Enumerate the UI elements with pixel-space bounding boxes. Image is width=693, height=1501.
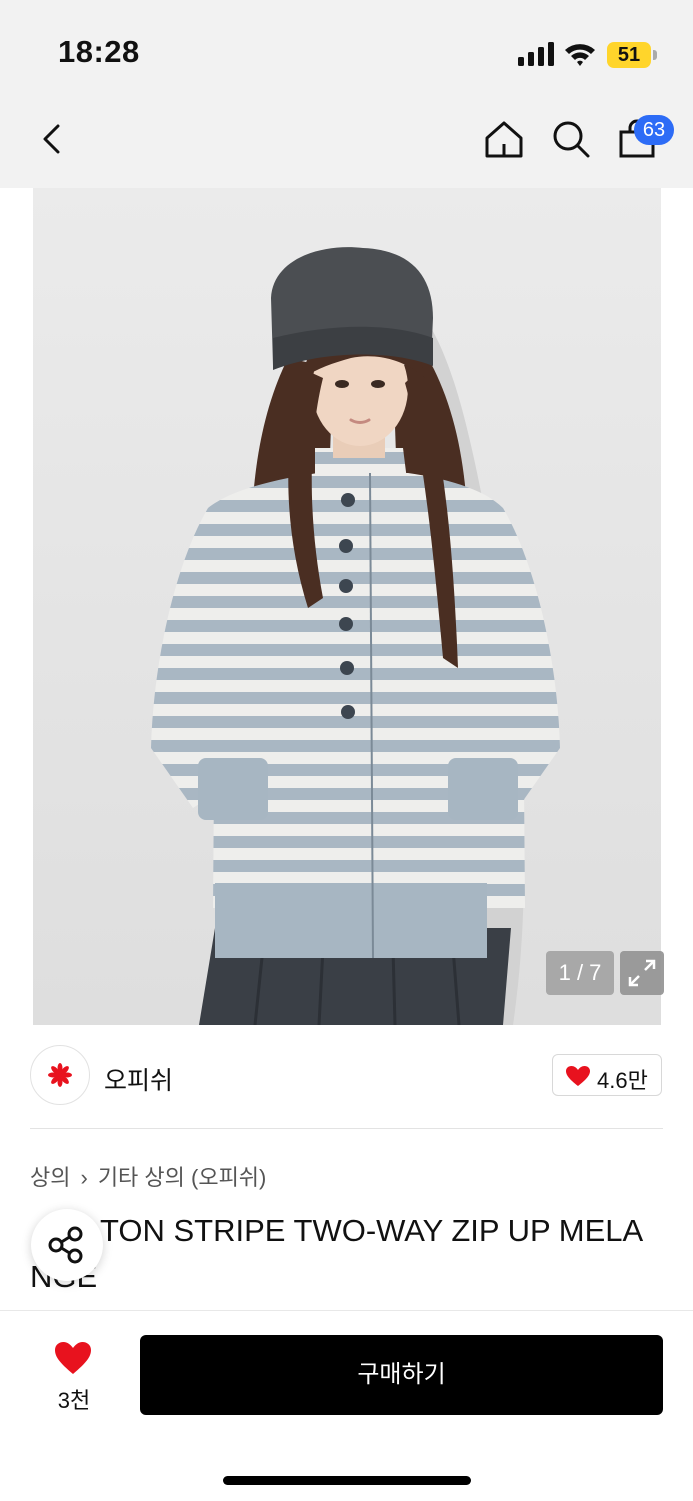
cellular-signal-icon (518, 42, 554, 66)
bottom-action-bar: 3천 구매하기 (0, 1310, 693, 1501)
chevron-left-icon[interactable] (32, 118, 74, 160)
battery-cap (653, 50, 657, 60)
heart-icon (55, 1342, 91, 1374)
chevron-right-icon: › (80, 1165, 88, 1190)
share-button[interactable] (31, 1209, 103, 1281)
brand-row[interactable]: 오피쉬 4.6만 (0, 1025, 693, 1129)
home-icon[interactable] (483, 118, 525, 160)
wishlist-count: 3천 (57, 1388, 91, 1413)
product-title-line-2: NGE (30, 1254, 670, 1290)
brand-name[interactable]: 오피쉬 (104, 1061, 173, 1097)
heart-icon (566, 1066, 590, 1086)
brand-like-button[interactable]: 4.6만 (552, 1054, 662, 1096)
product-photo-illustration (33, 188, 661, 1025)
breadcrumb-item-subcategory[interactable]: 기타 상의 (오피쉬) (98, 1165, 267, 1190)
status-time: 18:28 (58, 34, 140, 69)
breadcrumb: 상의 › 기타 상의 (오피쉬) (30, 1160, 266, 1192)
wishlist-button[interactable]: 3천 (40, 1335, 108, 1415)
wifi-icon (565, 44, 595, 66)
breadcrumb-item-category[interactable]: 상의 (30, 1165, 70, 1190)
brand-like-count: 4.6만 (597, 1068, 648, 1093)
top-nav-bar (0, 100, 693, 188)
brand-logo-icon (48, 1063, 72, 1087)
search-icon[interactable] (550, 118, 592, 160)
expand-icon[interactable] (620, 951, 664, 995)
home-indicator (223, 1476, 471, 1485)
product-image[interactable] (33, 188, 661, 1025)
product-title: TON STRIPE TWO-WAY ZIP UP MELA NGE (30, 1208, 670, 1290)
share-icon (48, 1226, 83, 1264)
product-title-line-1: TON STRIPE TWO-WAY ZIP UP MELA (100, 1213, 644, 1248)
cart-count-badge: 63 (634, 115, 674, 145)
status-bar: 18:28 51 (0, 0, 693, 100)
image-page-counter: 1 / 7 (546, 951, 614, 995)
section-divider (30, 1128, 663, 1129)
battery-indicator: 51 (607, 42, 657, 68)
brand-logo[interactable] (30, 1045, 90, 1105)
buy-button[interactable]: 구매하기 (140, 1335, 663, 1415)
battery-level: 51 (617, 44, 641, 66)
